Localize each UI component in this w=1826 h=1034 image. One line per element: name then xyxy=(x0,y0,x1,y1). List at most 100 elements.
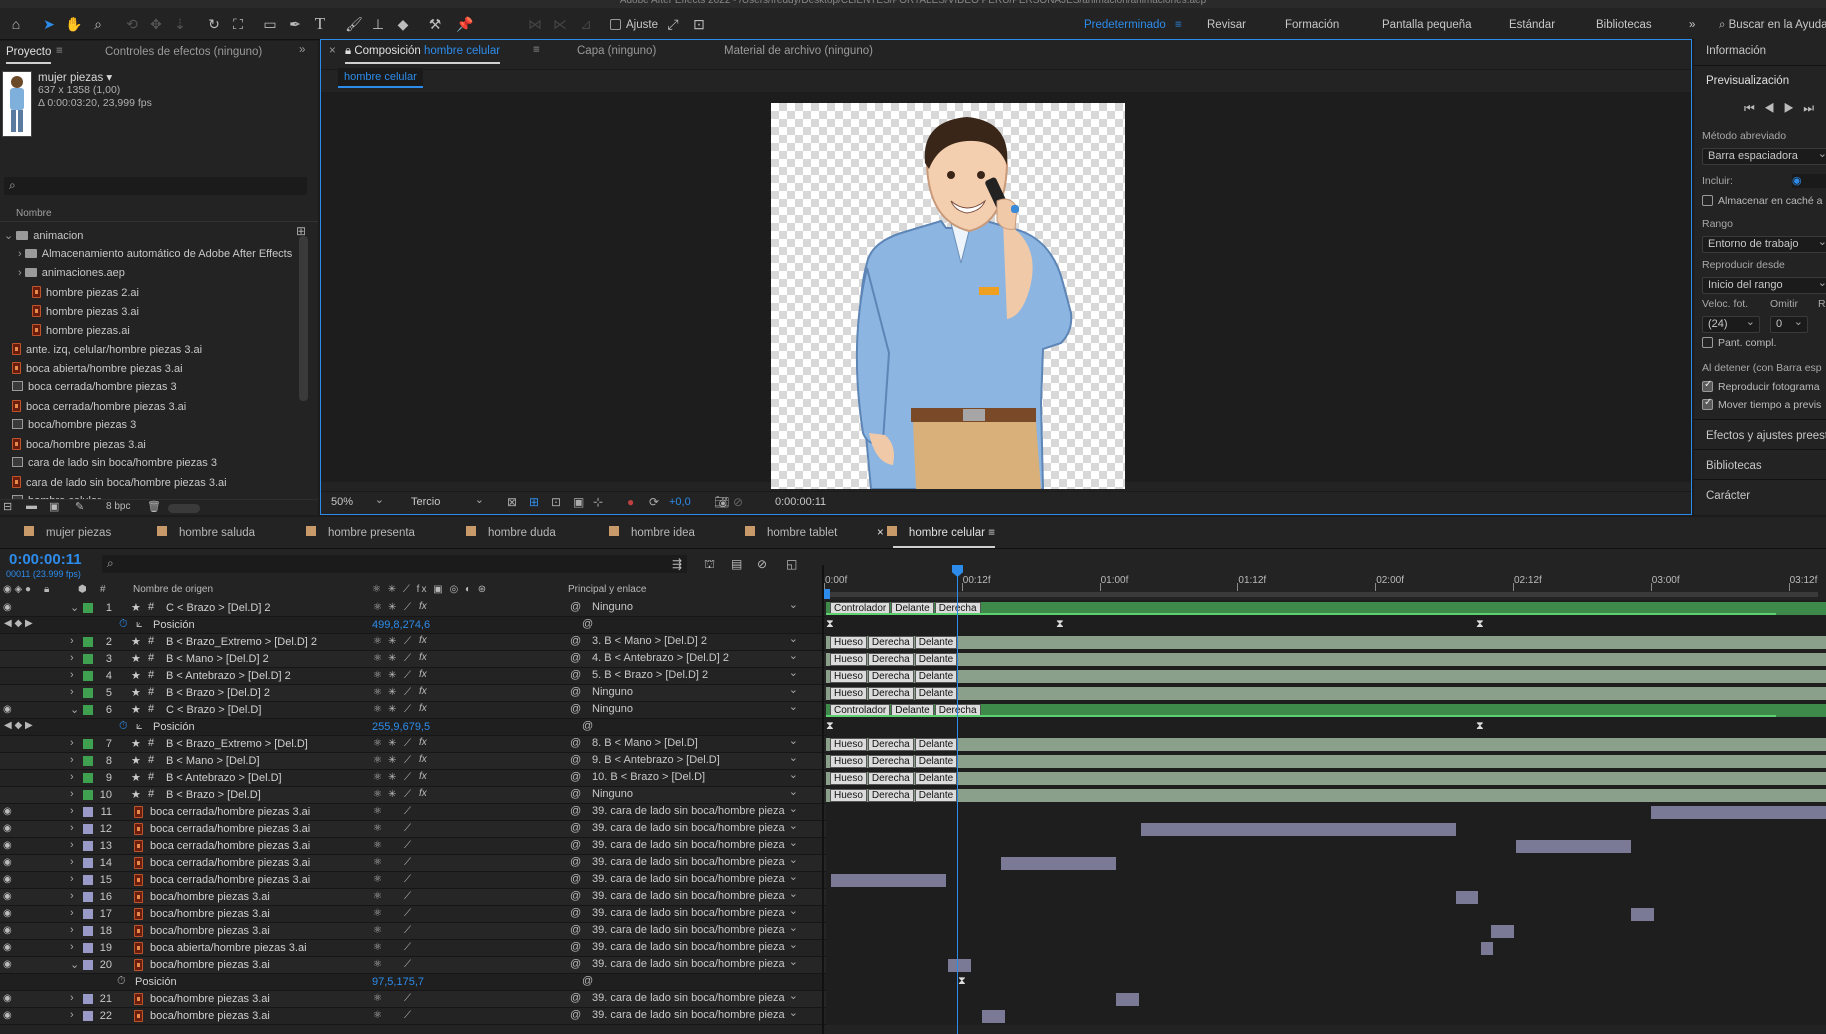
disclosure-closed-icon[interactable]: › xyxy=(70,669,74,681)
disclosure-closed-icon[interactable]: › xyxy=(70,856,74,868)
disclosure-closed-icon[interactable]: › xyxy=(70,822,74,834)
grid-icon[interactable]: ⊹ xyxy=(593,495,603,509)
layer-duration-bar[interactable]: Hueso Derecha Delante xyxy=(826,789,1826,802)
cache-option[interactable]: Almacenar en caché a xyxy=(1702,195,1822,207)
workspace-menu-icon[interactable]: ≡ xyxy=(1175,19,1182,31)
zoom-select[interactable]: 50% xyxy=(326,495,388,512)
pick-whip-icon[interactable]: @ xyxy=(570,839,581,851)
comp-tab[interactable]: mujer piezas xyxy=(24,526,111,539)
shy-switch-icon[interactable]: ⚛ xyxy=(373,959,382,970)
collapse-switch-icon[interactable]: ✳ xyxy=(388,670,396,681)
comp-canvas[interactable] xyxy=(771,103,1125,489)
tab-project[interactable]: Proyecto xyxy=(6,46,52,64)
layer-row[interactable]: ◉ › 11 boca cerrada/hombre piezas 3.ai ⚛ ⟋ @39… xyxy=(0,804,1826,821)
disclosure-closed-icon[interactable]: › xyxy=(70,992,74,1004)
disclosure-closed-icon[interactable]: › xyxy=(70,907,74,919)
dolly-icon[interactable]: ⇣ xyxy=(170,14,190,34)
quality-switch-icon[interactable]: ⟋ xyxy=(404,993,411,1004)
pick-whip-icon[interactable]: @ xyxy=(570,958,581,970)
parent-select[interactable]: 8. B < Mano > [Del.D] xyxy=(588,737,800,752)
channels-icon[interactable]: ● xyxy=(627,495,634,509)
play-frames-checkbox[interactable] xyxy=(1702,379,1713,392)
keyframe-marker[interactable]: ⧗ xyxy=(826,618,834,631)
layer-name[interactable]: boca/hombre piezas 3.ai xyxy=(150,993,270,1005)
workspace-overflow-icon[interactable]: » xyxy=(1689,19,1695,31)
visibility-eye-icon[interactable]: ◉ xyxy=(3,942,12,953)
type-icon[interactable]: T xyxy=(310,14,330,34)
first-frame-icon[interactable]: ⏮ xyxy=(1744,101,1764,115)
layer-name[interactable]: boca/hombre piezas 3.ai xyxy=(150,891,270,903)
layer-name[interactable]: boca/hombre piezas 3.ai xyxy=(150,925,270,937)
shy-switch-icon[interactable]: ⚛ xyxy=(373,772,382,783)
quality-switch-icon[interactable]: ⟋ xyxy=(404,891,411,902)
parent-select[interactable]: 39. cara de lado sin boca/hombre pieza xyxy=(588,856,800,871)
layer-row[interactable]: ◉ ⌄ 6 ★ # C < Brazo > [Del.D] ⚛ ✳ ⟋ fx @ Ninguno Con… xyxy=(0,702,1826,719)
layer-name[interactable]: boca/hombre piezas 3.ai xyxy=(150,1010,270,1022)
switches-column-icons[interactable]: ⚛ ✳ ⟋ fx ▣ ◎ ◐ ⊛ xyxy=(372,584,488,595)
quality-switch-icon[interactable]: ⟋ xyxy=(404,806,411,817)
include-video-icon[interactable]: ◉ xyxy=(1792,174,1826,188)
axis-world-icon[interactable]: ⋉ xyxy=(550,14,570,34)
layer-row[interactable]: › 8 ★ # B < Mano > [Del.D] ⚛ ✳ ⟋ fx @9. B < Anteb… xyxy=(0,753,1826,770)
effects-switch-icon[interactable]: fx xyxy=(419,601,427,612)
timeline-search-input[interactable]: ⌕ xyxy=(102,555,687,573)
layer-name[interactable]: boca cerrada/hombre piezas 3.ai xyxy=(150,857,310,869)
playhead-line[interactable] xyxy=(957,567,958,1034)
project-menu-icon[interactable]: ≡ xyxy=(56,45,63,57)
pick-whip-icon[interactable]: @ xyxy=(570,890,581,902)
preview-panel-header[interactable]: Previsualización xyxy=(1706,75,1789,87)
parent-select[interactable]: 10. B < Brazo > [Del.D] xyxy=(588,771,800,786)
quality-switch-icon[interactable]: ⟋ xyxy=(404,602,411,613)
workspace-bibliotecas[interactable]: Bibliotecas xyxy=(1596,19,1652,31)
shy-switch-icon[interactable]: ⚛ xyxy=(373,908,382,919)
layer-name[interactable]: boca cerrada/hombre piezas 3.ai xyxy=(150,874,310,886)
stopwatch-icon[interactable]: ⏱ xyxy=(119,618,128,631)
parent-select[interactable]: Ninguno xyxy=(588,601,800,616)
item-name[interactable]: mujer piezas ▾ xyxy=(38,70,112,84)
project-item[interactable]: hombre piezas 3.ai xyxy=(32,305,139,318)
quality-switch-icon[interactable]: ⟋ xyxy=(404,823,411,834)
layer-name[interactable]: boca cerrada/hombre piezas 3.ai xyxy=(150,840,310,852)
layer-name[interactable]: B < Brazo > [Del.D] 2 xyxy=(166,687,270,699)
layer-name[interactable]: B < Antebrazo > [Del.D] 2 xyxy=(166,670,291,682)
play-frames-option[interactable]: Reproducir fotograma xyxy=(1702,379,1820,393)
mask-visibility-icon[interactable]: ⊡ xyxy=(551,495,561,509)
comp-timecode[interactable]: 0:00:00:11 xyxy=(775,496,826,508)
effects-switch-icon[interactable]: fx xyxy=(419,754,427,765)
lock-column-icon[interactable]: 🔒︎ xyxy=(44,584,49,595)
work-area-bar[interactable] xyxy=(828,592,1818,597)
collapse-switch-icon[interactable]: ✳ xyxy=(388,789,396,800)
disclosure-open-icon[interactable]: ⌄ xyxy=(4,230,16,242)
layer-duration-bar[interactable]: Hueso Derecha Delante xyxy=(826,636,1826,649)
brush-icon[interactable]: 🖌 xyxy=(344,14,364,34)
effects-switch-icon[interactable]: fx xyxy=(419,635,427,646)
project-search-input[interactable]: ⌕ xyxy=(4,177,307,195)
shy-switch-icon[interactable]: ⚛ xyxy=(373,840,382,851)
disclosure-closed-icon[interactable]: › xyxy=(70,686,74,698)
shy-switch-icon[interactable]: ⚛ xyxy=(373,602,382,613)
shy-switch-icon[interactable]: ⚛ xyxy=(373,874,382,885)
quality-switch-icon[interactable]: ⟋ xyxy=(404,874,411,885)
pick-whip-icon[interactable]: @ xyxy=(582,720,593,732)
pick-whip-icon[interactable]: @ xyxy=(582,618,593,630)
layer-duration-bar[interactable] xyxy=(1516,840,1631,853)
layer-row[interactable]: ◉ ⌄ 1 ★ # C < Brazo > [Del.D] 2 ⚛ ✳ ⟋ fx @ Ninguno C… xyxy=(0,600,1826,617)
disclosure-closed-icon[interactable]: › xyxy=(70,635,74,647)
source-name-column[interactable]: Nombre de origen xyxy=(133,584,213,595)
pick-whip-icon[interactable]: @ xyxy=(570,669,581,681)
timeline-timecode[interactable]: 0:00:00:11 xyxy=(9,551,82,568)
snapshot-icon[interactable]: 📷︎ xyxy=(714,495,729,509)
keyframe-marker[interactable]: ⧗ xyxy=(1056,618,1064,631)
keyframe-navigator-icon[interactable]: ◀ ◆ ▶ xyxy=(4,618,33,629)
property-row[interactable]: ◀ ◆ ▶ ⏱ ⟀ Posición 499,8,274,6 @ ⧗ ⧗ ⧗ xyxy=(0,617,1826,634)
eraser-icon[interactable]: ◆ xyxy=(393,14,413,34)
visibility-eye-icon[interactable]: ◉ xyxy=(3,602,12,613)
layer-row[interactable]: ◉ › 19 boca abierta/hombre piezas 3.ai ⚛ ⟋ @39… xyxy=(0,940,1826,957)
layer-row[interactable]: ◉ › 17 boca/hombre piezas 3.ai ⚛ ⟋ @39. cara d… xyxy=(0,906,1826,923)
label-column-icon[interactable]: ⬢ xyxy=(78,584,87,595)
fast-preview-icon[interactable]: ⊠ xyxy=(507,495,517,509)
layer-name[interactable]: B < Antebrazo > [Del.D] xyxy=(166,772,282,784)
layer-row[interactable]: ◉ › 21 boca/hombre piezas 3.ai ⚛ ⟋ @39. cara d… xyxy=(0,991,1826,1008)
layer-duration-bar[interactable] xyxy=(948,959,971,972)
visibility-eye-icon[interactable]: ◉ xyxy=(3,993,12,1004)
